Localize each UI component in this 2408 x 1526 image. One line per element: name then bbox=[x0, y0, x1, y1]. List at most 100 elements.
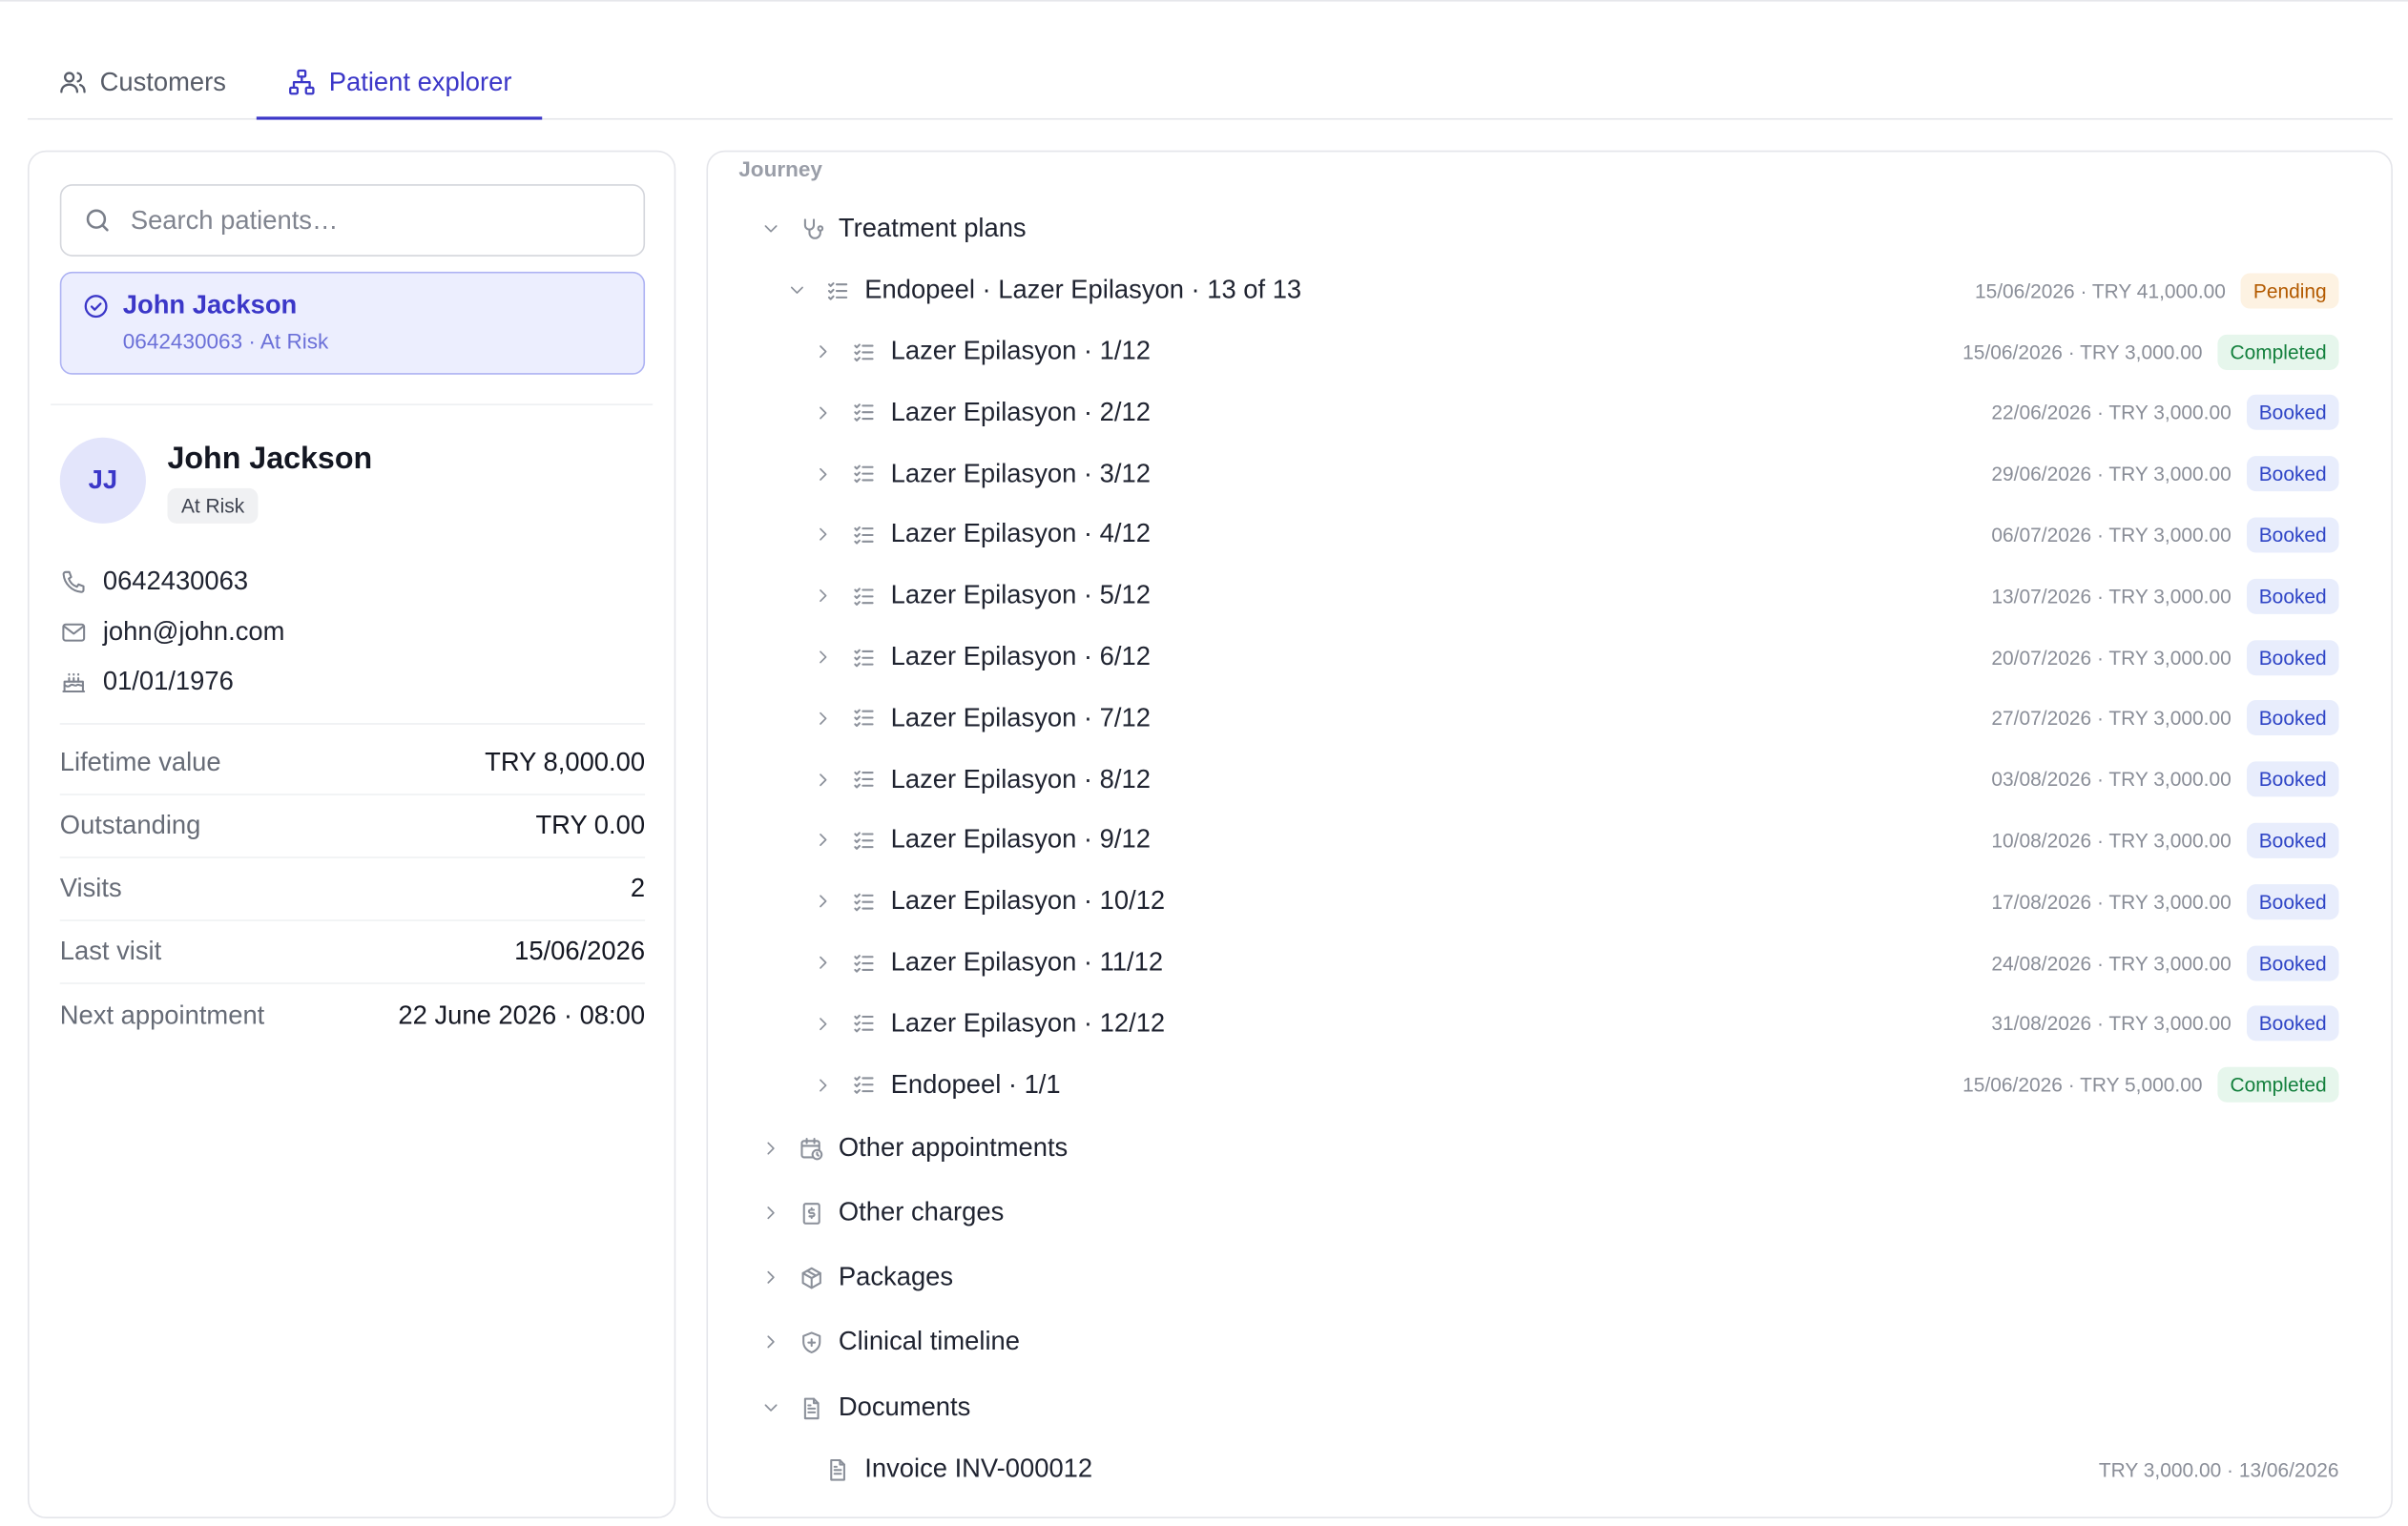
stat-row: Next appointment 22 June 2026 · 08:00 bbox=[60, 984, 645, 1047]
row-label: Clinical timeline bbox=[838, 1326, 1021, 1356]
row-label: Other appointments bbox=[838, 1132, 1069, 1163]
row-label: Lazer Epilasyon · 11/12 bbox=[890, 947, 1164, 977]
row-meta-text: 10/08/2026 · TRY 3,000.00 bbox=[1991, 829, 2232, 853]
status-badge: Booked bbox=[2246, 639, 2339, 675]
chevron-right-icon bbox=[820, 956, 827, 969]
tree-session-row[interactable]: Lazer Epilasyon · 10/12 17/08/2026 · TRY … bbox=[708, 876, 2391, 926]
check-circle-icon bbox=[84, 294, 108, 318]
search-box[interactable] bbox=[59, 184, 646, 257]
tree-session-row[interactable]: Lazer Epilasyon · 12/12 31/08/2026 · TRY … bbox=[708, 1000, 2391, 1049]
stat-row: Visits 2 bbox=[59, 858, 645, 921]
list-check-icon bbox=[854, 771, 874, 789]
row-label: Lazer Epilasyon · 3/12 bbox=[890, 458, 1151, 488]
row-label: Lazer Epilasyon · 10/12 bbox=[890, 886, 1166, 916]
list-check-icon bbox=[854, 648, 874, 667]
tree-section-row[interactable]: Clinical timeline bbox=[708, 1317, 2391, 1367]
chevron-right-icon bbox=[767, 1335, 775, 1349]
chevron-right-icon bbox=[820, 650, 827, 664]
chevron-right-icon bbox=[820, 1078, 827, 1091]
cake-icon bbox=[62, 673, 86, 693]
row-label: Lazer Epilasyon · 4/12 bbox=[890, 519, 1151, 549]
journey-label: Journey bbox=[738, 156, 822, 181]
tree-document-row[interactable]: Invoice INV-000012 TRY 3,000.00 · 13/06/2… bbox=[708, 1445, 2391, 1495]
row-label: Treatment plans bbox=[838, 213, 1027, 243]
status-badge: Booked bbox=[2246, 883, 2339, 919]
chevron-down-icon bbox=[764, 1404, 778, 1412]
search-input[interactable] bbox=[130, 204, 622, 237]
tree-session-row[interactable]: Lazer Epilasyon · 11/12 24/08/2026 · TRY … bbox=[708, 938, 2391, 988]
tree-plan-row[interactable]: Endopeel · Lazer Epilasyon · 13 of 13 15/… bbox=[708, 265, 2391, 315]
tab-customers[interactable]: Customers bbox=[28, 46, 257, 118]
chevron-right-icon bbox=[767, 1206, 775, 1220]
row-meta-text: TRY 3,000.00 · 13/06/2026 bbox=[2098, 1457, 2339, 1481]
tree-documents[interactable]: Documents bbox=[708, 1383, 2391, 1433]
selected-patient-card[interactable]: John Jackson 0642430063 · At Risk bbox=[59, 271, 646, 375]
status-badge: Booked bbox=[2246, 761, 2339, 797]
row-meta-text: 06/07/2026 · TRY 3,000.00 bbox=[1991, 523, 2232, 546]
tree-session-row[interactable]: Lazer Epilasyon · 4/12 06/07/2026 · TRY 3… bbox=[708, 510, 2391, 560]
row-meta-text: 22/06/2026 · TRY 3,000.00 bbox=[1991, 401, 2232, 424]
file-icon bbox=[830, 1458, 845, 1480]
tree-session-row[interactable]: Lazer Epilasyon · 5/12 13/07/2026 · TRY 3… bbox=[708, 571, 2391, 621]
hierarchy-icon bbox=[289, 69, 315, 95]
tree-section-row[interactable]: Other appointments bbox=[708, 1124, 2391, 1173]
contact-phone: 0642430063 bbox=[60, 557, 645, 607]
list-check-icon bbox=[854, 710, 874, 728]
stat-label: Next appointment bbox=[59, 1000, 265, 1030]
chevron-right-icon bbox=[820, 406, 827, 420]
row-label: Other charges bbox=[838, 1197, 1005, 1227]
chevron-right-icon bbox=[820, 711, 827, 725]
tree-session-row[interactable]: Lazer Epilasyon · 7/12 27/07/2026 · TRY 3… bbox=[708, 693, 2391, 743]
row-meta: 06/07/2026 · TRY 3,000.00 Booked bbox=[1991, 517, 2339, 553]
tree-treatment-plans[interactable]: Treatment plans bbox=[708, 204, 2391, 254]
list-check-icon bbox=[854, 464, 874, 484]
row-meta: TRY 3,000.00 · 13/06/2026 bbox=[2099, 1457, 2339, 1480]
tree-session-row[interactable]: Endopeel · 1/1 15/06/2026 · TRY 5,000.00 C… bbox=[708, 1061, 2391, 1110]
row-meta: 17/08/2026 · TRY 3,000.00 Booked bbox=[1991, 883, 2339, 919]
package-icon bbox=[801, 1266, 821, 1289]
status-badge: Booked bbox=[2246, 700, 2339, 736]
tree-session-row[interactable]: Lazer Epilasyon · 3/12 29/06/2026 · TRY 3… bbox=[708, 449, 2391, 499]
stat-row: Outstanding TRY 0.00 bbox=[59, 795, 646, 858]
tree-session-row[interactable]: Lazer Epilasyon · 8/12 03/08/2026 · TRY 3… bbox=[708, 754, 2391, 804]
stat-value: 15/06/2026 bbox=[514, 936, 646, 966]
row-meta-text: 27/07/2026 · TRY 3,000.00 bbox=[1991, 706, 2232, 731]
tree-session-row[interactable]: Lazer Epilasyon · 2/12 22/06/2026 · TRY 3… bbox=[708, 388, 2391, 438]
selected-patient-subtitle: 0642430063 · At Risk bbox=[122, 328, 329, 354]
status-badge: Completed bbox=[2217, 1066, 2339, 1103]
tree-session-row[interactable]: Lazer Epilasyon · 6/12 20/07/2026 · TRY 3… bbox=[708, 632, 2391, 682]
tab-patient-explorer[interactable]: Patient explorer bbox=[257, 46, 543, 120]
row-label: Lazer Epilasyon · 5/12 bbox=[890, 580, 1151, 610]
row-meta: 24/08/2026 · TRY 3,000.00 Booked bbox=[1991, 944, 2339, 980]
tree-section-row[interactable]: Packages bbox=[708, 1253, 2391, 1303]
phone-icon bbox=[62, 571, 85, 594]
chevron-right-icon bbox=[820, 467, 827, 481]
chevron-right-icon bbox=[820, 345, 827, 359]
stat-row: Last visit 15/06/2026 bbox=[59, 921, 646, 984]
row-meta: 29/06/2026 · TRY 3,000.00 Booked bbox=[1991, 456, 2339, 492]
tree-section-row[interactable]: Other charges bbox=[708, 1188, 2391, 1238]
row-label: Lazer Epilasyon · 6/12 bbox=[890, 641, 1151, 671]
tree-session-row[interactable]: Lazer Epilasyon · 1/12 15/06/2026 · TRY 3… bbox=[708, 327, 2391, 377]
row-meta: 27/07/2026 · TRY 3,000.00 Booked bbox=[1991, 700, 2339, 736]
status-badge: Booked bbox=[2246, 578, 2339, 614]
list-check-icon bbox=[854, 342, 874, 361]
row-meta-text: 24/08/2026 · TRY 3,000.00 bbox=[1991, 951, 2232, 975]
chevron-right-icon bbox=[767, 1142, 775, 1155]
row-meta: 22/06/2026 · TRY 3,000.00 Booked bbox=[1991, 395, 2339, 431]
stethoscope-icon bbox=[803, 217, 824, 238]
tree-session-row[interactable]: Lazer Epilasyon · 9/12 10/08/2026 · TRY 3… bbox=[708, 815, 2391, 865]
top-border bbox=[0, 0, 2408, 2]
tab-bar: Customers Patient explorer bbox=[27, 46, 2393, 120]
stat-value: TRY 0.00 bbox=[535, 810, 646, 840]
journey-panel: Journey Treatment plans Endopeel · Lazer … bbox=[706, 150, 2393, 1518]
stat-label: Last visit bbox=[59, 936, 162, 966]
chevron-right-icon bbox=[820, 895, 827, 908]
receipt-icon bbox=[802, 1202, 820, 1224]
divider bbox=[51, 403, 654, 405]
stat-row: Lifetime value TRY 8,000.00 bbox=[59, 732, 645, 795]
list-check-icon bbox=[854, 1015, 874, 1033]
row-meta: 15/06/2026 · TRY 3,000.00 Completed bbox=[1962, 334, 2339, 370]
chevron-right-icon bbox=[820, 834, 827, 847]
row-label: Endopeel · Lazer Epilasyon · 13 of 13 bbox=[864, 275, 1302, 304]
